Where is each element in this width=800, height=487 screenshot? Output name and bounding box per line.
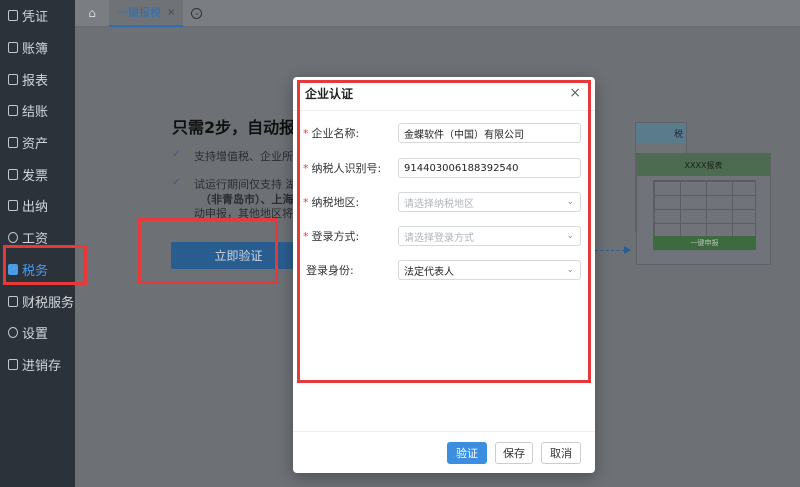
report-grid (653, 180, 756, 238)
sidebar-item-label: 报表 (22, 73, 49, 89)
dialog-footer: 验证 保存 取消 (293, 431, 595, 473)
highlight-box-verify (138, 218, 278, 284)
tab-one-click-tax[interactable]: 一键报税 × (109, 0, 184, 27)
save-button[interactable]: 保存 (495, 442, 533, 464)
ledger-icon (8, 42, 18, 54)
sidebar-item-label: 发票 (22, 168, 49, 184)
sidebar-item-label: 财税服务 (22, 295, 75, 311)
settings-icon (8, 327, 18, 339)
home-tab[interactable]: ⌂ (75, 0, 109, 27)
verify-button[interactable]: 验证 (447, 442, 487, 464)
close-icon[interactable]: × (167, 7, 175, 18)
notice-line: 试运行期间仅支持 湖 (194, 178, 297, 191)
one-click-file-button: 一键申报 (653, 236, 756, 250)
chevron-down-icon[interactable]: ⌄ (191, 7, 203, 19)
sidebar-item-finance-service[interactable]: 财税服务 (0, 285, 75, 317)
feature-line: 支持增值税、企业所 (194, 150, 293, 163)
highlight-box-form (297, 80, 591, 383)
sidebar-item-closing[interactable]: 结账 (0, 95, 75, 127)
sidebar-item-inventory[interactable]: 进销存 (0, 349, 75, 381)
cashier-icon (8, 200, 18, 212)
cancel-button[interactable]: 取消 (541, 442, 581, 464)
report-icon (8, 73, 18, 85)
inventory-icon (8, 358, 18, 370)
finance-service-icon (8, 295, 18, 307)
tab-bar: ⌂ 一键报税 × ⌄ (75, 0, 800, 27)
preview-header: 税 (636, 123, 686, 143)
sidebar-item-asset[interactable]: 资产 (0, 127, 75, 159)
highlight-box-tax (3, 245, 87, 285)
report-card: XXXX报表 一键申报 (636, 153, 771, 265)
sidebar-item-settings[interactable]: 设置 (0, 317, 75, 349)
sidebar-item-label: 凭证 (22, 10, 49, 26)
arrow-head-icon (624, 246, 631, 254)
sidebar: 凭证 账簿 报表 结账 资产 发票 出纳 工资 税务 财税服务 设置 进销存 (0, 0, 75, 487)
asset-icon (8, 137, 18, 149)
salary-icon (8, 232, 18, 244)
closing-icon (8, 105, 18, 117)
voucher-icon (8, 10, 18, 22)
check-icon: ✓ (172, 177, 181, 188)
sidebar-item-label: 账簿 (22, 42, 49, 58)
sidebar-item-label: 设置 (22, 327, 49, 343)
sidebar-item-voucher[interactable]: 凭证 (0, 0, 75, 32)
home-icon: ⌂ (88, 6, 96, 20)
sidebar-item-ledger[interactable]: 账簿 (0, 32, 75, 64)
invoice-icon (8, 168, 18, 180)
sidebar-item-label: 进销存 (22, 358, 62, 374)
sidebar-item-report[interactable]: 报表 (0, 63, 75, 95)
dashed-arrow (595, 250, 625, 251)
sidebar-item-label: 资产 (22, 137, 49, 153)
sidebar-item-label: 结账 (22, 105, 49, 121)
page-title: 只需2步，自动报 (172, 118, 296, 137)
check-icon: ✓ (172, 149, 181, 160)
sidebar-item-label: 出纳 (22, 200, 49, 216)
report-title: XXXX报表 (637, 154, 770, 176)
sidebar-item-invoice[interactable]: 发票 (0, 158, 75, 190)
tab-label: 一键报税 (117, 6, 161, 19)
sidebar-item-cashier[interactable]: 出纳 (0, 190, 75, 222)
